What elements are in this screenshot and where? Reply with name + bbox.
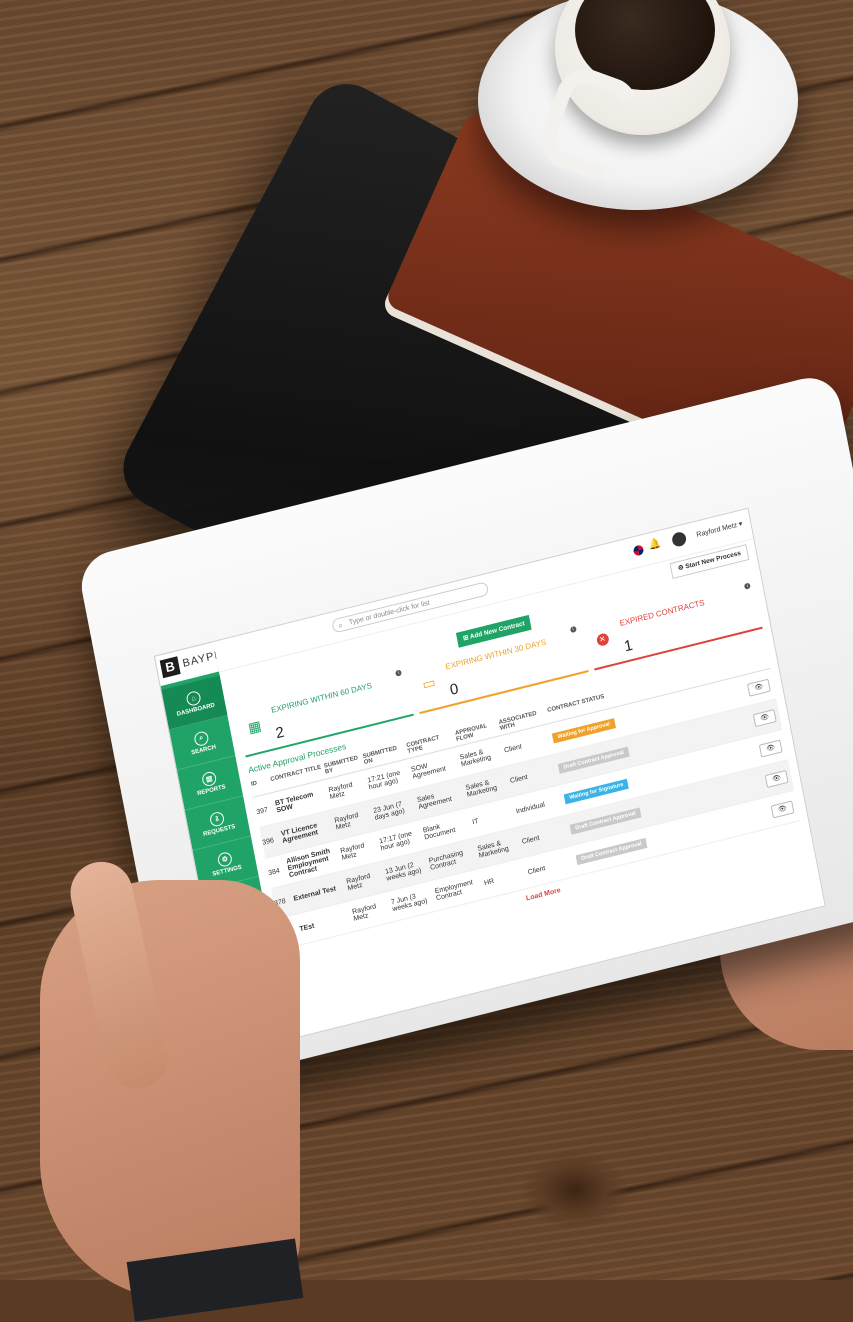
column-header: ID <box>250 780 258 788</box>
sidebar-item-label: SETTINGS <box>211 864 243 878</box>
table-cell-by: Rayford Metz <box>339 842 366 863</box>
sidebar-item-label: REPORTS <box>196 784 227 798</box>
plus-icon: ⊞ <box>462 634 470 643</box>
table-cell-type: Blank Document <box>422 823 457 842</box>
search-placeholder: Type or double-click for list <box>348 599 431 627</box>
card-value: 2 <box>274 723 286 743</box>
avatar[interactable] <box>670 530 688 548</box>
table-cell-on: 17:17 (one hour ago) <box>378 830 413 853</box>
table-cell-by: Rayford Metz <box>351 903 377 923</box>
table-cell-type: Purchasing Contract <box>428 849 464 872</box>
table-cell-by: Rayford Metz <box>345 872 371 893</box>
table-cell-title: VT Licence Agreement <box>280 822 319 845</box>
table-cell-flow: IT <box>471 817 480 826</box>
table-cell-flow: Sales & Marketing <box>459 748 492 769</box>
table-cell-on: 7 Jun (3 weeks ago) <box>390 893 428 914</box>
view-eye-icon[interactable]: 👁 <box>764 769 789 788</box>
table-cell-type: SOW Agreement <box>410 762 447 781</box>
gear-icon: ⚙ <box>677 564 685 573</box>
home-icon: ⌂ <box>185 689 202 708</box>
info-icon[interactable]: i <box>395 669 403 677</box>
table-cell-id: 396 <box>261 836 275 847</box>
card-label: EXPIRED CONTRACTS <box>618 598 706 628</box>
table-cell-with: Client <box>503 742 523 755</box>
card-value: 0 <box>448 680 460 699</box>
bell-icon[interactable]: 🔔 <box>647 538 661 552</box>
user-name: Rayford Metz <box>695 521 738 539</box>
table-cell-on: 23 Jun (7 days ago) <box>372 801 406 822</box>
gear-icon: ⚙ <box>216 850 234 868</box>
close-circle-icon: ✕ <box>595 632 610 648</box>
table-cell-flow: Sales & Marketing <box>465 779 498 799</box>
search-input[interactable]: ⌕ Type or double-click for list <box>331 581 490 634</box>
view-eye-icon[interactable]: 👁 <box>746 678 771 697</box>
info-icon[interactable]: i <box>569 625 577 634</box>
table-cell-on: 13 Jun (2 weeks ago) <box>384 861 423 883</box>
table-cell-title: BT Telecom SOW <box>274 791 314 815</box>
table-cell-with: Client <box>509 773 529 785</box>
card-label: EXPIRING WITHIN 60 DAYS <box>270 680 373 715</box>
brand-logo: B <box>159 656 181 679</box>
table-cell-with: Individual <box>515 800 546 815</box>
inbox-icon: ⇩ <box>208 810 226 828</box>
wood-knot <box>520 1150 630 1230</box>
status-badge: Waiting for Signature <box>563 778 630 805</box>
card-value: 1 <box>622 636 635 656</box>
sidebar-item-label: REQUESTS <box>202 824 236 838</box>
view-eye-icon[interactable]: 👁 <box>752 708 777 727</box>
table-cell-with: Client <box>521 834 541 846</box>
table-cell-type: Employment Contract <box>434 879 474 903</box>
view-eye-icon[interactable]: 👁 <box>758 739 783 758</box>
calendar-icon: ▦ <box>246 716 263 736</box>
view-eye-icon[interactable]: 👁 <box>770 799 795 818</box>
left-hand <box>40 880 300 1300</box>
chart-icon: ▥ <box>201 770 218 788</box>
status-badge: Waiting for Approval <box>551 718 616 744</box>
calendar-icon: ▭ <box>420 673 437 693</box>
user-menu[interactable]: Rayford Metz ▾ <box>696 520 743 539</box>
table-cell-id: 397 <box>255 806 269 816</box>
search-icon: ⌕ <box>337 620 344 631</box>
sidebar-item-label: SEARCH <box>190 744 217 757</box>
language-flag-icon[interactable] <box>632 544 645 557</box>
table-cell-flow: HR <box>483 877 495 887</box>
table-cell-title: TEst <box>298 922 315 933</box>
table-cell-title: External Test <box>292 884 337 903</box>
search-icon: ⌕ <box>193 730 210 748</box>
info-icon[interactable]: i <box>743 582 751 590</box>
table-cell-on: 17:21 (one hour ago) <box>366 769 401 792</box>
table-cell-flow: Sales & Marketing <box>476 840 510 860</box>
table-cell-with: Client <box>527 864 546 876</box>
table-cell-id: 384 <box>267 867 281 877</box>
table-cell-type: Sales Agreement <box>416 792 453 811</box>
table-cell-by: Rayford Metz <box>333 811 360 832</box>
table-cell-by: Rayford Metz <box>328 781 354 802</box>
